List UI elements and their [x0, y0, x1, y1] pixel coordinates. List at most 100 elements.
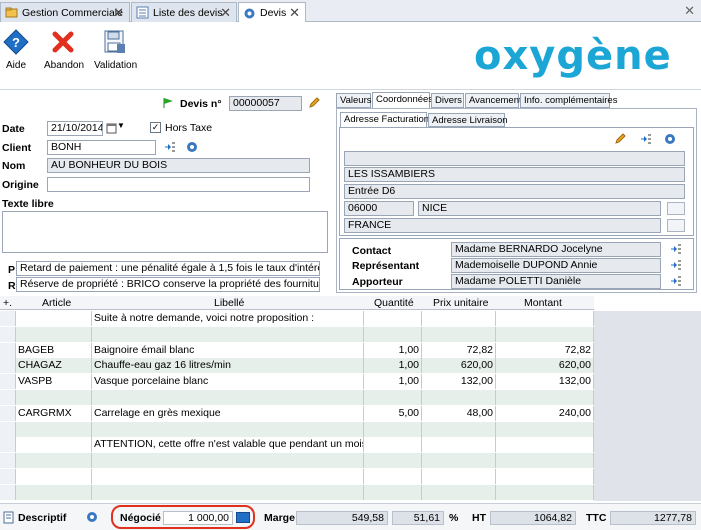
tab-devis[interactable]: Devis ✕ [238, 2, 306, 23]
cell-montant[interactable]: 72,82 [496, 342, 594, 358]
cell-libelle[interactable]: Vasque porcelaine blanc [92, 374, 364, 390]
cell-libelle[interactable] [92, 326, 364, 342]
row-selector[interactable] [0, 437, 16, 453]
cell-montant[interactable] [496, 437, 594, 453]
row-selector[interactable] [0, 374, 16, 390]
cell-prix[interactable]: 72,82 [422, 342, 496, 358]
cell-montant[interactable] [496, 390, 594, 405]
tab-adresse-facturation[interactable]: Adresse Facturation [340, 112, 429, 127]
table-row[interactable]: Suite à notre demande, voici notre propo… [0, 311, 594, 326]
cell-libelle[interactable] [92, 469, 364, 484]
table-row[interactable]: ATTENTION, cette offre n'est valable que… [0, 437, 594, 453]
cell-prix[interactable] [422, 326, 496, 342]
abandon-button[interactable]: Abandon [44, 28, 84, 71]
client-field[interactable]: BONH [47, 140, 156, 155]
row-selector[interactable] [0, 421, 16, 437]
cell-article[interactable]: CHAGAZ [16, 358, 92, 374]
cell-montant[interactable] [496, 469, 594, 484]
column-article[interactable]: Article [42, 297, 71, 309]
cell-libelle[interactable]: Chauffe-eau gaz 16 litres/min [92, 358, 364, 374]
table-row[interactable] [0, 390, 594, 405]
tab-gestion-commerciale[interactable]: Gestion Commerciale ✕ [0, 2, 130, 22]
cell-prix[interactable]: 132,00 [422, 374, 496, 390]
calculator-icon[interactable] [236, 512, 250, 523]
add-line-button[interactable]: +. [3, 297, 12, 309]
list-select-icon[interactable] [670, 243, 682, 255]
cell-libelle[interactable]: Carrelage en grès mexique [92, 405, 364, 421]
cell-quantite[interactable] [364, 326, 422, 342]
cell-montant[interactable] [496, 326, 594, 342]
cell-article[interactable] [16, 421, 92, 437]
pencil-icon[interactable] [614, 133, 626, 145]
hors-taxe-checkbox[interactable]: ✓ [150, 122, 161, 133]
row-selector[interactable] [0, 342, 16, 358]
column-libelle[interactable]: Libellé [214, 297, 244, 309]
cell-prix[interactable] [422, 484, 496, 500]
cell-article[interactable] [16, 484, 92, 500]
close-icon[interactable]: ✕ [113, 5, 124, 21]
cell-quantite[interactable]: 1,00 [364, 374, 422, 390]
cell-montant[interactable] [496, 484, 594, 500]
cell-libelle[interactable] [92, 484, 364, 500]
table-row[interactable] [0, 453, 594, 469]
cell-prix[interactable] [422, 390, 496, 405]
close-icon[interactable]: ✕ [289, 5, 300, 21]
cell-article[interactable]: BAGEB [16, 342, 92, 358]
tab-liste-des-devis[interactable]: Liste des devis ✕ [131, 2, 237, 22]
cell-article[interactable] [16, 453, 92, 469]
cell-quantite[interactable] [364, 390, 422, 405]
cell-quantite[interactable] [364, 453, 422, 469]
close-icon[interactable]: ✕ [220, 5, 231, 21]
window-close-icon[interactable]: ✕ [684, 3, 695, 19]
table-row[interactable]: CARGRMX Carrelage en grès mexique 5,00 48,0… [0, 405, 594, 421]
city-lookup-icon[interactable] [667, 202, 685, 215]
row-selector[interactable] [0, 405, 16, 421]
cell-prix[interactable]: 620,00 [422, 358, 496, 374]
cell-prix[interactable] [422, 469, 496, 484]
list-select-icon[interactable] [640, 133, 652, 145]
cell-prix[interactable] [422, 421, 496, 437]
row-selector[interactable] [0, 390, 16, 405]
gear-icon[interactable] [86, 511, 98, 523]
texte-libre-field[interactable] [2, 211, 328, 253]
row-selector[interactable] [0, 484, 16, 500]
row-selector[interactable] [0, 326, 16, 342]
table-row[interactable] [0, 469, 594, 484]
chevron-down-icon[interactable]: ▼ [117, 121, 125, 130]
cell-article[interactable]: VASPB [16, 374, 92, 390]
tab-coordonnees[interactable]: Coordonnées [372, 92, 433, 108]
row-selector[interactable] [0, 358, 16, 374]
tab-adresse-livraison[interactable]: Adresse Livraison [428, 113, 508, 127]
cell-prix[interactable]: 48,00 [422, 405, 496, 421]
cell-article[interactable] [16, 311, 92, 326]
table-row[interactable] [0, 421, 594, 437]
cell-libelle[interactable]: Suite à notre demande, voici notre propo… [92, 311, 364, 326]
row-selector[interactable] [0, 311, 16, 326]
column-montant[interactable]: Montant [524, 297, 562, 309]
table-row[interactable] [0, 484, 594, 500]
cell-article[interactable] [16, 469, 92, 484]
aide-button[interactable]: ? Aide [3, 28, 29, 71]
cell-article[interactable]: CARGRMX [16, 405, 92, 421]
column-quantite[interactable]: Quantité [374, 297, 414, 309]
table-row[interactable]: CHAGAZ Chauffe-eau gaz 16 litres/min 1,00 6… [0, 358, 594, 374]
cell-article[interactable] [16, 326, 92, 342]
cell-quantite[interactable]: 5,00 [364, 405, 422, 421]
validation-button[interactable]: Validation [94, 28, 137, 71]
pencil-icon[interactable] [308, 97, 320, 109]
gear-icon[interactable] [186, 141, 198, 153]
tab-divers[interactable]: Divers [431, 93, 464, 108]
cell-prix[interactable] [422, 453, 496, 469]
list-select-icon[interactable] [670, 259, 682, 271]
tab-avancement[interactable]: Avancement [465, 93, 522, 108]
table-row[interactable]: BAGEB Baignoire émail blanc 1,00 72,82 72,82 [0, 342, 594, 358]
penalty-note-field[interactable]: Retard de paiement : une pénalité égale … [16, 261, 320, 276]
row-selector[interactable] [0, 469, 16, 484]
cell-libelle[interactable]: ATTENTION, cette offre n'est valable que… [92, 437, 364, 453]
descriptif-label[interactable]: Descriptif [18, 512, 66, 524]
gear-icon[interactable] [664, 133, 676, 145]
negocie-field[interactable]: 1 000,00 [163, 511, 233, 525]
date-field[interactable]: 21/10/2014 [47, 121, 103, 136]
cell-quantite[interactable] [364, 437, 422, 453]
cell-quantite[interactable] [364, 484, 422, 500]
